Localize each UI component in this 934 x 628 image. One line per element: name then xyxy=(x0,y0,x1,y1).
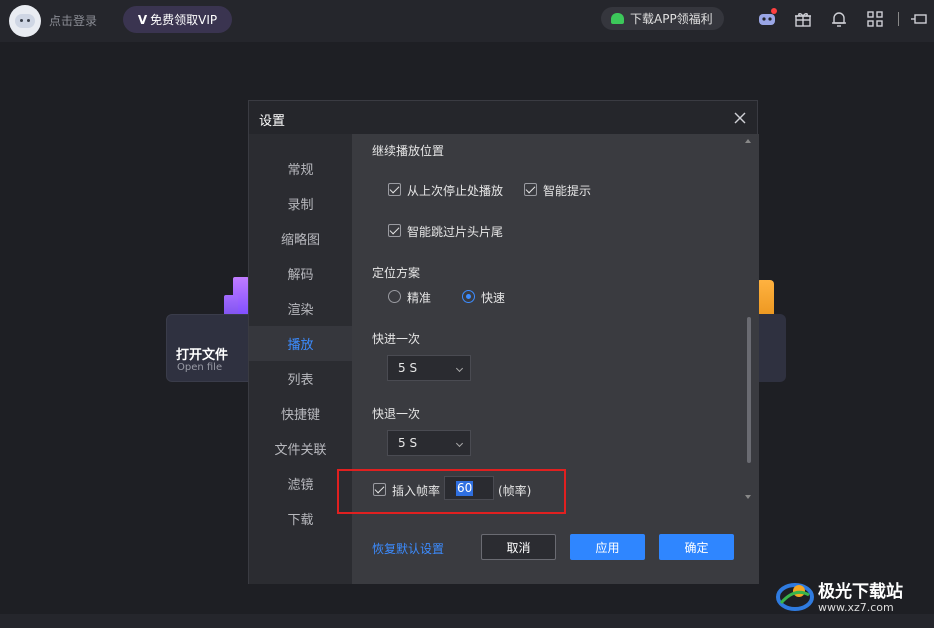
nav-decode[interactable]: 解码 xyxy=(249,256,352,291)
dialog-title: 设置 xyxy=(259,114,286,129)
cancel-button[interactable]: 取消 xyxy=(481,534,556,560)
vip-icon: V xyxy=(137,12,148,27)
download-app-button[interactable]: 下载APP领福利 xyxy=(601,7,724,30)
scroll-down-arrow[interactable] xyxy=(745,495,751,499)
close-icon[interactable] xyxy=(733,110,747,124)
vip-button[interactable]: V 免费领取VIP xyxy=(123,6,232,33)
dialog-header: 设置 xyxy=(249,101,757,134)
watermark-text: 极光下载站 xyxy=(818,582,903,602)
login-link[interactable]: 点击登录 xyxy=(49,12,97,29)
chevron-down-icon xyxy=(455,439,464,448)
forward-label: 快进一次 xyxy=(372,332,421,346)
nav-general[interactable]: 常规 xyxy=(249,151,352,186)
seek-precise-label: 精准 xyxy=(407,291,432,305)
chevron-down-icon xyxy=(455,364,464,373)
backward-label: 快退一次 xyxy=(372,407,421,421)
nav-list[interactable]: 列表 xyxy=(249,361,352,396)
smart-hint-checkbox[interactable] xyxy=(524,183,537,196)
annotation-highlight-box xyxy=(337,469,566,514)
skip-intro-checkbox[interactable] xyxy=(388,224,401,237)
resume-from-last-label: 从上次停止处播放 xyxy=(407,184,504,198)
backward-select-value: 5 S xyxy=(398,436,418,450)
ok-button[interactable]: 确定 xyxy=(659,534,734,560)
open-file-subtitle: Open file xyxy=(177,362,223,373)
settings-sidebar: 常规 录制 缩略图 解码 渲染 播放 列表 快捷键 文件关联 滤镜 下载 xyxy=(249,134,352,584)
nav-render[interactable]: 渲染 xyxy=(249,291,352,326)
notification-dot xyxy=(771,8,777,14)
smart-hint-label: 智能提示 xyxy=(543,184,592,198)
seek-fast-label: 快速 xyxy=(481,291,506,305)
backward-select[interactable]: 5 S xyxy=(387,430,471,456)
pin-icon[interactable] xyxy=(910,10,928,28)
top-bar: 点击登录 V 免费领取VIP 下载APP领福利 xyxy=(0,0,934,42)
open-file-title: 打开文件 xyxy=(176,348,229,363)
skip-intro-label: 智能跳过片头片尾 xyxy=(407,225,504,239)
bell-icon[interactable] xyxy=(830,10,848,28)
android-icon xyxy=(611,13,624,24)
section-resume-title: 继续播放位置 xyxy=(372,144,445,158)
scroll-up-arrow[interactable] xyxy=(745,139,751,143)
nav-thumbnail[interactable]: 缩略图 xyxy=(249,221,352,256)
settings-content: 继续播放位置 从上次停止处播放 智能提示 智能跳过片头片尾 定位方案 精准 快速… xyxy=(352,134,759,584)
bottom-bar xyxy=(0,614,934,628)
gift-icon[interactable] xyxy=(794,10,812,28)
grid-icon[interactable] xyxy=(866,10,884,28)
apply-button[interactable]: 应用 xyxy=(570,534,645,560)
forward-select[interactable]: 5 S xyxy=(387,355,471,381)
nav-record[interactable]: 录制 xyxy=(249,186,352,221)
section-seek-title: 定位方案 xyxy=(372,266,421,280)
download-app-label: 下载APP领福利 xyxy=(630,12,713,26)
nav-shortcuts[interactable]: 快捷键 xyxy=(249,396,352,431)
nav-file-association[interactable]: 文件关联 xyxy=(249,431,352,466)
forward-select-value: 5 S xyxy=(398,361,418,375)
vip-label: 免费领取VIP xyxy=(150,13,218,27)
restore-defaults-link[interactable]: 恢复默认设置 xyxy=(372,540,444,557)
toolbar-separator xyxy=(898,12,899,26)
watermark-logo xyxy=(775,577,815,613)
nav-playback[interactable]: 播放 xyxy=(249,326,352,361)
seek-fast-radio[interactable] xyxy=(462,290,475,303)
avatar[interactable] xyxy=(9,5,41,37)
watermark-url: www.xz7.com xyxy=(818,601,894,614)
resume-from-last-checkbox[interactable] xyxy=(388,183,401,196)
seek-precise-radio[interactable] xyxy=(388,290,401,303)
scrollbar-thumb[interactable] xyxy=(747,317,751,463)
